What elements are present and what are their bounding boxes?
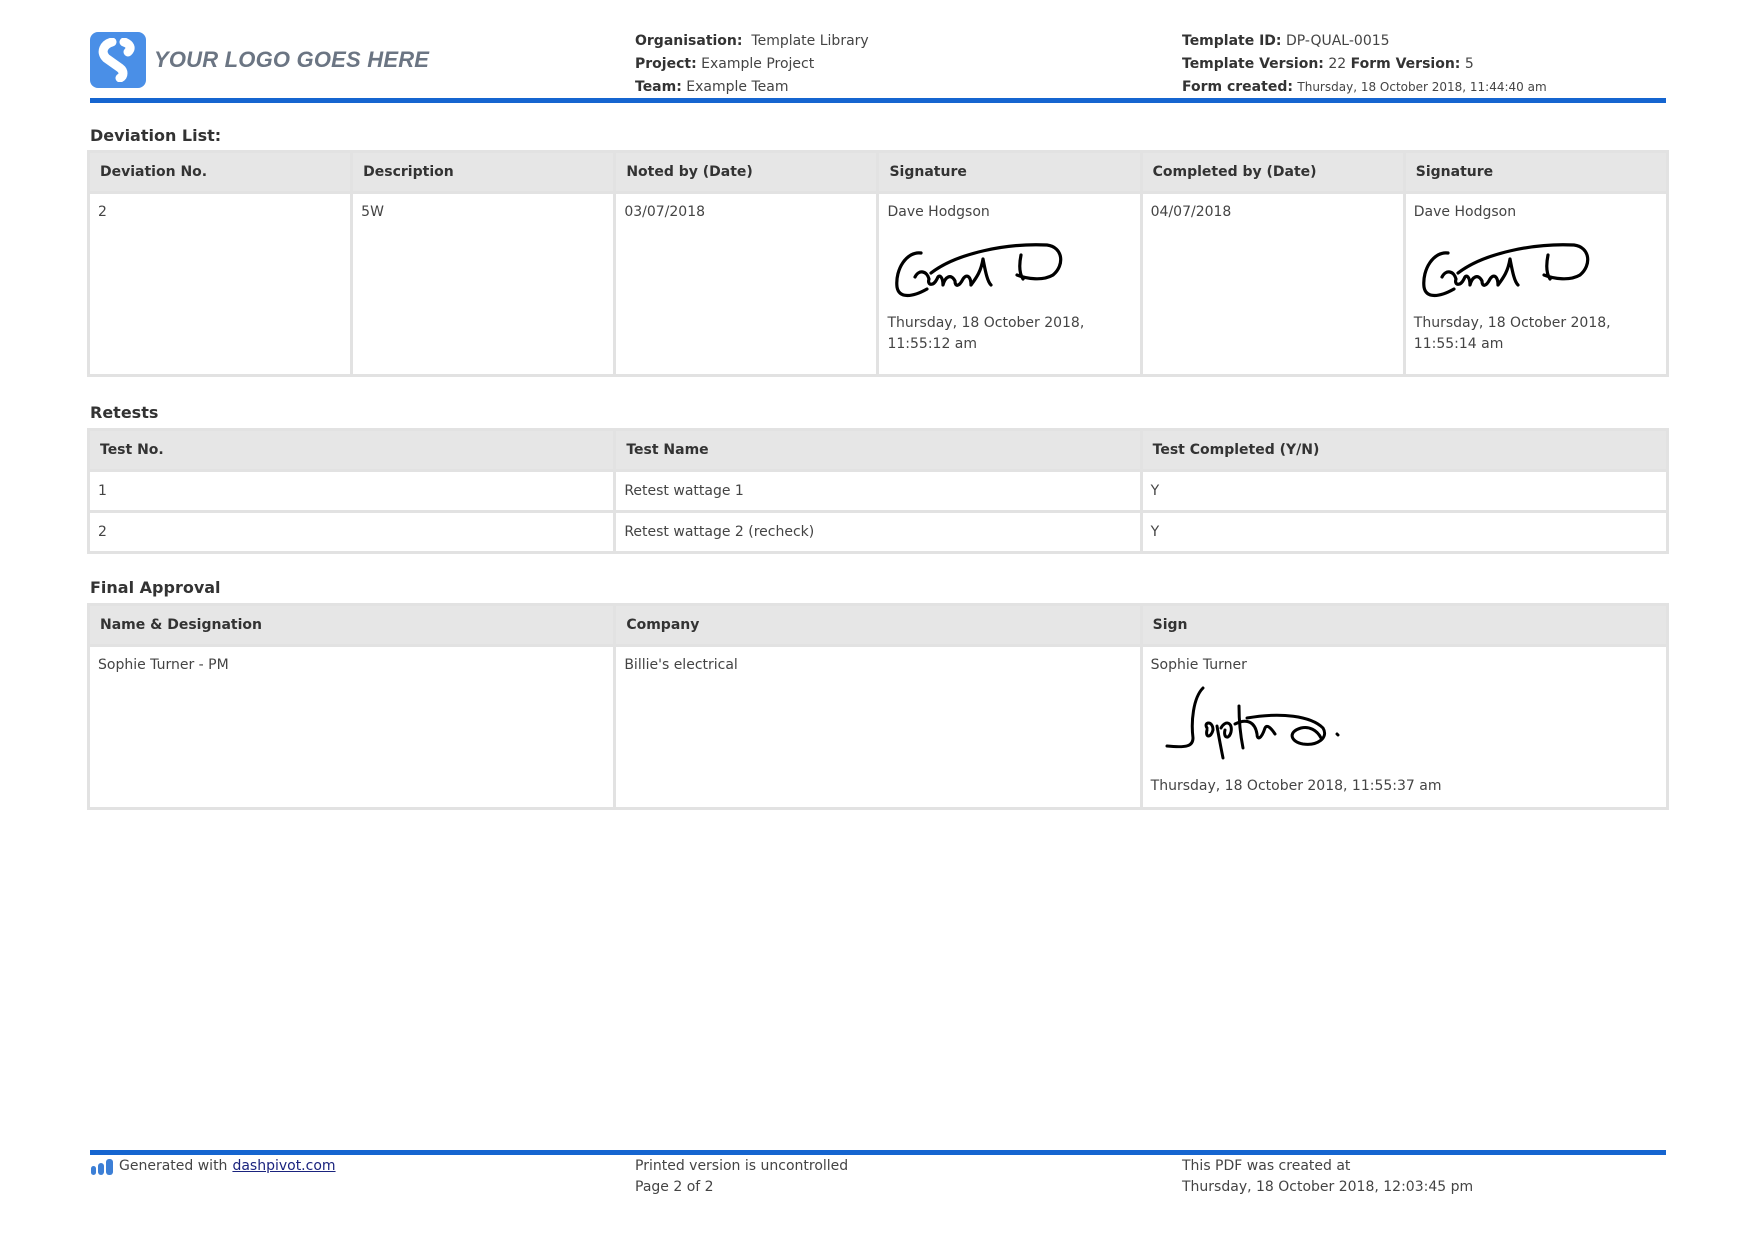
table-row: 2 Retest wattage 2 (recheck) Y [90,513,1666,551]
print-info: Printed version is uncontrolled Page 2 o… [635,1156,848,1198]
team-line: Team: Example Team [635,76,869,99]
footer-divider [90,1150,1666,1155]
team-label: Team: [635,79,682,95]
company-cell: Billie's electrical [616,647,1140,807]
deviation-list-table: Deviation No. Description Noted by (Date… [87,150,1669,377]
final-approval-title: Final Approval [90,578,221,597]
team-value: Example Team [686,79,789,95]
table-row: 2 5W 03/07/2018 Dave Hodgson Thursday, 1… [90,194,1666,374]
completed-by-date-cell: 04/07/2018 [1142,194,1403,374]
col-signature-2: Signature [1405,153,1666,191]
organisation-line: Organisation: Template Library [635,30,869,53]
noted-by-date-cell: 03/07/2018 [616,194,877,374]
organisation-value: Template Library [751,33,869,49]
form-created-value: Thursday, 18 October 2018, 11:44:40 am [1297,80,1547,94]
header-divider [90,98,1666,103]
test-completed-cell: Y [1142,472,1666,510]
project-line: Project: Example Project [635,53,869,76]
col-name-designation: Name & Designation [90,606,614,644]
signature-image [895,243,1063,298]
deviation-list-title: Deviation List: [90,126,222,145]
document-header: YOUR LOGO GOES HERE Organisation: Templa… [90,30,1666,100]
test-name-cell: Retest wattage 1 [616,472,1140,510]
page-number: Page 2 of 2 [635,1179,714,1195]
pdf-created-info: This PDF was created at Thursday, 18 Oct… [1182,1156,1473,1198]
logo: YOUR LOGO GOES HERE [90,32,429,88]
sign-cell: Sophie Turner Thursday, 18 October 2018,… [1142,647,1666,807]
col-completed-by-date: Completed by (Date) [1142,153,1403,191]
col-deviation-no: Deviation No. [90,153,351,191]
signature-1-cell: Dave Hodgson Thursday, 18 October 2018, … [879,194,1140,374]
col-description: Description [353,153,614,191]
project-label: Project: [635,56,697,72]
final-approval-header-row: Name & Designation Company Sign [90,606,1666,644]
retests-table: Test No. Test Name Test Completed (Y/N) … [87,428,1669,554]
col-test-no: Test No. [90,431,614,469]
signature-2-name: Dave Hodgson [1413,204,1517,220]
deviation-no-cell: 2 [90,194,351,374]
name-designation-cell: Sophie Turner - PM [90,647,614,807]
template-version-label: Template Version: [1182,56,1324,72]
template-id-value: DP-QUAL-0015 [1285,33,1390,49]
signature-2-timestamp: Thursday, 18 October 2018, 11:55:14 am [1413,315,1611,352]
template-id-line: Template ID: DP-QUAL-0015 [1182,30,1547,53]
test-completed-cell: Y [1142,513,1666,551]
test-no-cell: 1 [90,472,614,510]
form-version-value: 5 [1464,56,1474,72]
col-noted-by-date: Noted by (Date) [616,153,877,191]
retests-title: Retests [90,403,159,422]
retests-header-row: Test No. Test Name Test Completed (Y/N) [90,431,1666,469]
logo-icon [90,32,146,88]
col-signature-1: Signature [879,153,1140,191]
generated-with-text: Generated with [119,1158,228,1174]
org-meta: Organisation: Template Library Project: … [635,30,869,99]
final-approval-table: Name & Designation Company Sign Sophie T… [87,603,1669,810]
signature-1-name: Dave Hodgson [887,204,990,220]
test-no-cell: 2 [90,513,614,551]
signature-2-cell: Dave Hodgson Thursday, 18 October 2018, … [1405,194,1666,374]
signature-image [1422,243,1589,298]
organisation-label: Organisation: [635,33,743,49]
signature-image [1165,686,1340,760]
template-version-value: 22 [1328,56,1347,72]
dashpivot-link[interactable]: dashpivot.com [232,1156,335,1177]
form-created-label: Form created: [1182,79,1293,95]
generated-with: Generated with dashpivot.com [90,1156,336,1177]
form-version-label: Form Version: [1350,56,1461,72]
description-cell: 5W [353,194,614,374]
table-row: Sophie Turner - PM Billie's electrical S… [90,647,1666,807]
sign-timestamp: Thursday, 18 October 2018, 11:55:37 am [1150,778,1442,794]
col-company: Company [616,606,1140,644]
form-created-line: Form created: Thursday, 18 October 2018,… [1182,76,1547,99]
template-meta: Template ID: DP-QUAL-0015 Template Versi… [1182,30,1547,99]
logo-text: YOUR LOGO GOES HERE [154,47,430,72]
col-sign: Sign [1142,606,1666,644]
test-name-cell: Retest wattage 2 (recheck) [616,513,1140,551]
col-test-completed: Test Completed (Y/N) [1142,431,1666,469]
uncontrolled-text: Printed version is uncontrolled [635,1158,849,1174]
version-line: Template Version: 22 Form Version: 5 [1182,53,1547,76]
deviation-header-row: Deviation No. Description Noted by (Date… [90,153,1666,191]
sign-name: Sophie Turner [1150,657,1247,673]
pdf-created-label: This PDF was created at [1182,1158,1351,1174]
pdf-created-value: Thursday, 18 October 2018, 12:03:45 pm [1182,1179,1474,1195]
dashpivot-logo-icon [91,1158,113,1175]
table-row: 1 Retest wattage 1 Y [90,472,1666,510]
template-id-label: Template ID: [1182,33,1282,49]
col-test-name: Test Name [616,431,1140,469]
signature-1-timestamp: Thursday, 18 October 2018, 11:55:12 am [887,315,1085,352]
project-value: Example Project [701,56,815,72]
